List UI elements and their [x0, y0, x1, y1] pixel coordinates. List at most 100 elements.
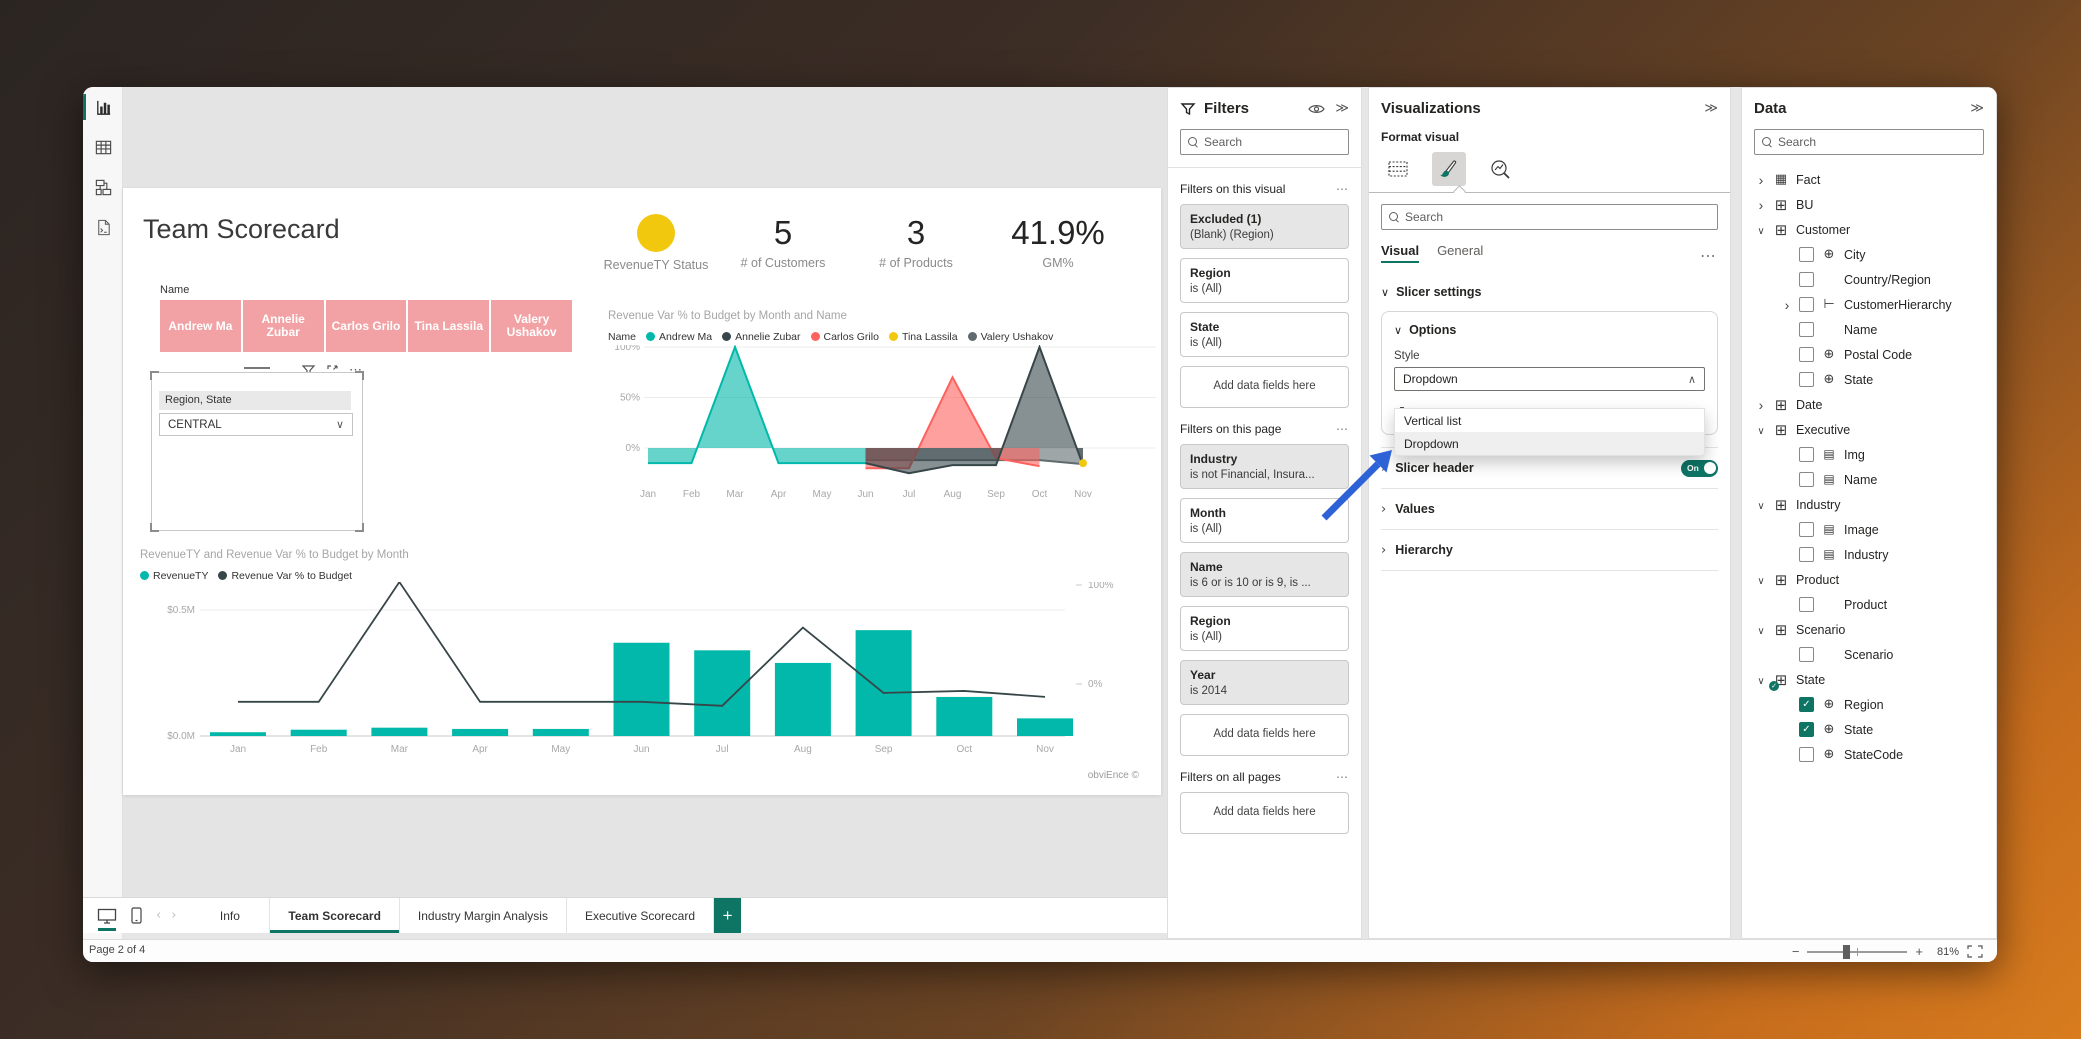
field-tree-row[interactable]: Image: [1754, 517, 1984, 542]
field-tree-row[interactable]: Date: [1754, 392, 1984, 417]
more-options-icon[interactable]: ⋯: [1336, 770, 1349, 784]
filter-card[interactable]: Industryis not Financial, Insura...: [1180, 444, 1349, 489]
filter-card[interactable]: Excluded (1)(Blank) (Region): [1180, 204, 1349, 249]
kpi-revenuety-status[interactable]: RevenueTY Status: [601, 214, 711, 272]
field-tree-row[interactable]: CustomerHierarchy: [1754, 292, 1984, 317]
style-select[interactable]: Dropdown ∧: [1394, 367, 1705, 391]
style-option[interactable]: Dropdown: [1395, 432, 1704, 455]
name-slicer-button[interactable]: Annelie Zubar: [243, 300, 324, 352]
format-tab[interactable]: Visual: [1381, 243, 1419, 263]
field-checkbox[interactable]: [1799, 647, 1814, 662]
kpi-products[interactable]: 3 # of Products: [861, 216, 971, 270]
page-tab[interactable]: Executive Scorecard: [567, 898, 714, 933]
field-checkbox[interactable]: [1799, 472, 1814, 487]
desktop-view-icon[interactable]: [97, 908, 117, 924]
field-tree-row[interactable]: Fact: [1754, 167, 1984, 192]
options-section[interactable]: ∨ Options: [1394, 323, 1705, 337]
format-section-row[interactable]: › Values: [1381, 488, 1718, 529]
name-slicer-button[interactable]: Andrew Ma: [160, 300, 241, 352]
more-options-icon[interactable]: ⋯: [1336, 422, 1349, 436]
field-tree-row[interactable]: Country/Region: [1754, 267, 1984, 292]
name-slicer-button[interactable]: Tina Lassila: [408, 300, 489, 352]
field-tree-row[interactable]: Scenario: [1754, 617, 1984, 642]
field-tree-row[interactable]: Industry: [1754, 542, 1984, 567]
page-tab[interactable]: Team Scorecard: [270, 898, 400, 933]
expander-icon[interactable]: [1782, 297, 1792, 313]
collapse-pane-icon[interactable]: ≫: [1335, 101, 1349, 116]
name-slicer-button[interactable]: Valery Ushakov: [491, 300, 572, 352]
page-tab[interactable]: Info: [190, 898, 270, 933]
style-option[interactable]: Vertical list: [1395, 409, 1704, 432]
build-visual-icon[interactable]: [1381, 152, 1415, 186]
search-input[interactable]: [1778, 135, 1976, 149]
field-tree-row[interactable]: BU: [1754, 192, 1984, 217]
field-tree-row[interactable]: Executive: [1754, 417, 1984, 442]
eye-icon[interactable]: [1308, 103, 1325, 115]
field-tree-row[interactable]: Name: [1754, 467, 1984, 492]
format-visual-icon[interactable]: [1432, 152, 1466, 186]
search-input[interactable]: [1405, 210, 1710, 224]
field-checkbox[interactable]: [1799, 322, 1814, 337]
field-checkbox[interactable]: [1799, 697, 1814, 712]
table-view-icon[interactable]: [83, 127, 123, 167]
field-tree-row[interactable]: Scenario: [1754, 642, 1984, 667]
filter-card[interactable]: Regionis (All): [1180, 258, 1349, 303]
more-options-icon[interactable]: ⋯: [1700, 246, 1716, 265]
field-tree-row[interactable]: Industry: [1754, 492, 1984, 517]
more-options-icon[interactable]: ⋯: [1336, 182, 1349, 196]
filter-card[interactable]: Regionis (All): [1180, 606, 1349, 651]
fit-to-page-icon[interactable]: [1967, 945, 1983, 958]
expander-icon[interactable]: [1756, 397, 1766, 413]
name-slicer-button[interactable]: Carlos Grilo: [326, 300, 407, 352]
field-tree-row[interactable]: State: [1754, 717, 1984, 742]
toggle-on[interactable]: On: [1681, 460, 1718, 477]
filter-card[interactable]: Stateis (All): [1180, 312, 1349, 357]
slicer-dropdown[interactable]: CENTRAL ∨: [159, 413, 353, 436]
field-checkbox[interactable]: [1799, 597, 1814, 612]
region-state-slicer[interactable]: Region, State CENTRAL ∨: [151, 372, 363, 531]
field-tree-row[interactable]: Customer: [1754, 217, 1984, 242]
data-search[interactable]: [1754, 129, 1984, 155]
kpi-gm[interactable]: 41.9% GM%: [1003, 216, 1113, 270]
field-tree-row[interactable]: Product: [1754, 592, 1984, 617]
next-page-arrow-icon[interactable]: ›: [171, 908, 176, 923]
kpi-customers[interactable]: 5 # of Customers: [723, 216, 843, 270]
zoom-in-icon[interactable]: +: [1915, 944, 1923, 959]
field-tree-row[interactable]: Product: [1754, 567, 1984, 592]
combo-chart-visual[interactable]: RevenueTY and Revenue Var % to Budget by…: [140, 549, 1130, 762]
expander-icon[interactable]: [1756, 223, 1766, 237]
field-checkbox[interactable]: [1799, 747, 1814, 762]
analytics-icon[interactable]: [1483, 152, 1517, 186]
field-checkbox[interactable]: [1799, 297, 1814, 312]
field-tree-row[interactable]: Img: [1754, 442, 1984, 467]
area-chart-visual[interactable]: Revenue Var % to Budget by Month and Nam…: [608, 310, 1160, 510]
field-tree-row[interactable]: City: [1754, 242, 1984, 267]
collapse-pane-icon[interactable]: ≫: [1970, 101, 1984, 116]
expander-icon[interactable]: [1756, 498, 1766, 512]
expander-icon[interactable]: [1756, 673, 1766, 687]
filters-search[interactable]: [1180, 129, 1349, 155]
expander-icon[interactable]: [1756, 623, 1766, 637]
filter-card[interactable]: Add data fields here: [1180, 714, 1349, 756]
mobile-view-icon[interactable]: [131, 907, 142, 924]
report-view-icon[interactable]: [83, 87, 123, 127]
expander-icon[interactable]: [1756, 423, 1766, 437]
filter-card[interactable]: Nameis 6 or is 10 or is 9, is ...: [1180, 552, 1349, 597]
page-tab[interactable]: Industry Margin Analysis: [400, 898, 567, 933]
expander-icon[interactable]: [1756, 573, 1766, 587]
dax-query-view-icon[interactable]: [83, 207, 123, 247]
zoom-slider[interactable]: [1807, 951, 1907, 953]
filter-card[interactable]: Monthis (All): [1180, 498, 1349, 543]
format-section-row[interactable]: › Hierarchy: [1381, 529, 1718, 570]
field-checkbox[interactable]: [1799, 372, 1814, 387]
field-tree-row[interactable]: State: [1754, 367, 1984, 392]
field-tree-row[interactable]: State: [1754, 667, 1984, 692]
field-checkbox[interactable]: [1799, 447, 1814, 462]
field-checkbox[interactable]: [1799, 347, 1814, 362]
field-checkbox[interactable]: [1799, 247, 1814, 262]
zoom-slider-handle[interactable]: [1843, 945, 1850, 959]
expander-icon[interactable]: [1756, 197, 1766, 213]
slicer-settings-section[interactable]: ∨ Slicer settings: [1381, 285, 1718, 299]
field-checkbox[interactable]: [1799, 722, 1814, 737]
format-search[interactable]: [1381, 204, 1718, 230]
